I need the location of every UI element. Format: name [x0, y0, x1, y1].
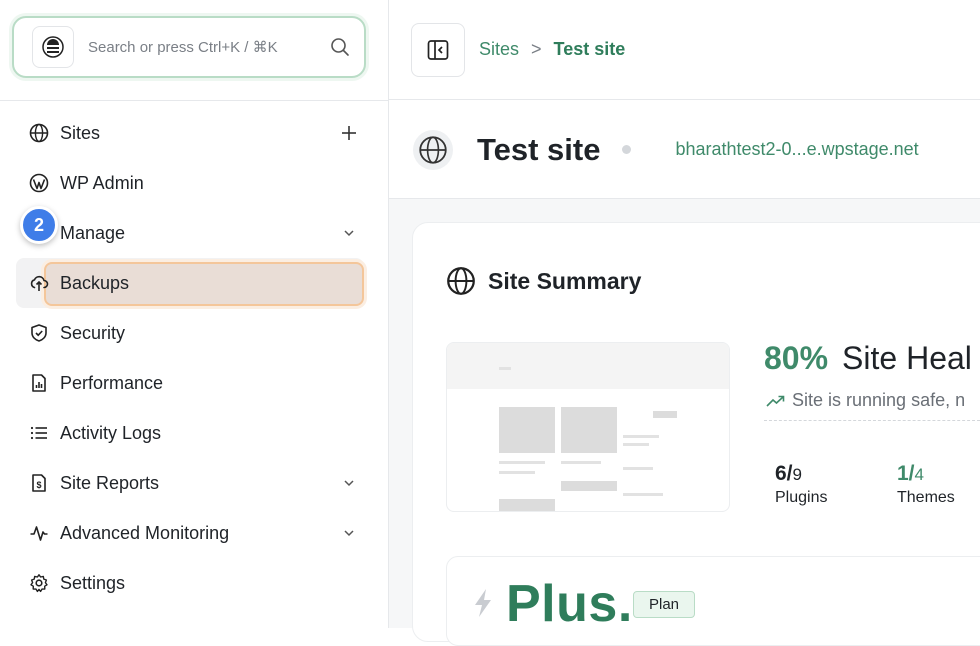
- site-health-label: Site Heal: [842, 340, 972, 376]
- plugins-stat[interactable]: 6/9 Plugins: [775, 462, 827, 507]
- sidebar-item-security[interactable]: Security: [16, 308, 364, 358]
- chevron-down-icon[interactable]: [334, 227, 364, 239]
- sidebar-divider: [0, 100, 389, 101]
- status-divider: [764, 420, 980, 421]
- chevron-down-icon[interactable]: [334, 527, 364, 539]
- report-icon: $: [28, 472, 50, 494]
- site-health-percent: 80%: [764, 340, 829, 376]
- wordpress-icon: [28, 172, 50, 194]
- breadcrumb-current: Test site: [553, 39, 626, 59]
- cloud-upload-icon: [28, 272, 50, 294]
- trend-up-icon: [766, 395, 785, 407]
- step-badge: 2: [20, 206, 58, 244]
- sidebar-item-label: Site Reports: [60, 472, 160, 493]
- sidebar-item-label: Backups: [60, 272, 130, 293]
- breadcrumb-sites-link[interactable]: Sites: [479, 39, 519, 60]
- sidebar-collapse-icon: [427, 39, 449, 60]
- plugins-total-count: 9: [792, 465, 802, 484]
- plan-name: Plus.: [506, 575, 633, 633]
- app-logo-icon: [42, 36, 64, 58]
- status-text: Site is running safe, n: [792, 390, 966, 410]
- site-health-status: Site is running safe, n: [766, 390, 965, 411]
- plus-icon: [342, 126, 356, 140]
- themes-label: Themes: [897, 489, 955, 506]
- sidebar-item-label: Activity Logs: [60, 422, 162, 443]
- sidebar-item-backups[interactable]: Backups: [16, 258, 364, 308]
- app-logo[interactable]: [32, 26, 74, 68]
- search-box[interactable]: [12, 16, 366, 78]
- add-site-button[interactable]: [334, 124, 364, 142]
- list-icon: [28, 422, 50, 444]
- sidebar-item-label: WP Admin: [60, 172, 144, 193]
- themes-active-count: 1/: [897, 462, 915, 485]
- performance-report-icon: [28, 372, 50, 394]
- plugins-label: Plugins: [775, 489, 828, 506]
- site-summary-title: Site Summary: [446, 266, 641, 296]
- sidebar-item-advanced-monitoring[interactable]: Advanced Monitoring: [16, 508, 364, 558]
- sidebar-nav: Sites WP Admin Manage Backups Security P…: [16, 108, 364, 608]
- top-bar: Sites > Test site: [389, 0, 980, 100]
- sidebar-item-manage[interactable]: Manage: [16, 208, 364, 258]
- plugins-active-count: 6/: [775, 462, 793, 485]
- sidebar: 2 Sites WP Admin Manage: [0, 0, 389, 628]
- sidebar-item-label: Sites: [60, 122, 101, 143]
- lightning-bolt-icon: [475, 589, 491, 617]
- page-title: Test site: [477, 131, 601, 167]
- sidebar-item-label: Advanced Monitoring: [60, 522, 230, 543]
- search-icon[interactable]: [330, 37, 350, 57]
- status-dot: [622, 145, 632, 154]
- site-header: Test site bharathtest2-0...e.wpstage.net: [389, 101, 980, 199]
- themes-stat[interactable]: 1/4 Themes: [897, 462, 955, 507]
- sidebar-item-activity-logs[interactable]: Activity Logs: [16, 408, 364, 458]
- plan-badge: Plan: [633, 591, 695, 618]
- search-input[interactable]: [86, 37, 330, 57]
- sidebar-item-sites[interactable]: Sites: [16, 108, 364, 158]
- sidebar-item-wp-admin[interactable]: WP Admin: [16, 158, 364, 208]
- site-preview-thumbnail[interactable]: [446, 342, 730, 512]
- sidebar-item-performance[interactable]: Performance: [16, 358, 364, 408]
- site-health: 80% Site Heal: [764, 340, 972, 377]
- sidebar-item-site-reports[interactable]: $ Site Reports: [16, 458, 364, 508]
- globe-icon: [28, 122, 50, 144]
- sidebar-item-label: Manage: [60, 222, 126, 243]
- pulse-icon: [28, 522, 50, 544]
- breadcrumb-separator: >: [531, 39, 542, 59]
- sidebar-item-label: Performance: [60, 372, 164, 393]
- globe-icon: [419, 135, 447, 164]
- site-url-link[interactable]: bharathtest2-0...e.wpstage.net: [675, 139, 918, 160]
- shield-icon: [28, 322, 50, 344]
- gear-icon: [28, 572, 50, 594]
- svg-text:$: $: [36, 480, 41, 490]
- section-heading: Site Summary: [488, 267, 642, 294]
- chevron-down-icon[interactable]: [334, 477, 364, 489]
- sidebar-item-label: Security: [60, 322, 126, 343]
- sidebar-toggle-button[interactable]: [411, 22, 465, 77]
- themes-total-count: 4: [914, 465, 924, 484]
- sidebar-item-settings[interactable]: Settings: [16, 558, 364, 608]
- globe-icon: [446, 266, 476, 296]
- sidebar-item-label: Settings: [60, 572, 126, 593]
- breadcrumb: Sites > Test site: [479, 39, 625, 60]
- site-globe-avatar: [413, 129, 453, 170]
